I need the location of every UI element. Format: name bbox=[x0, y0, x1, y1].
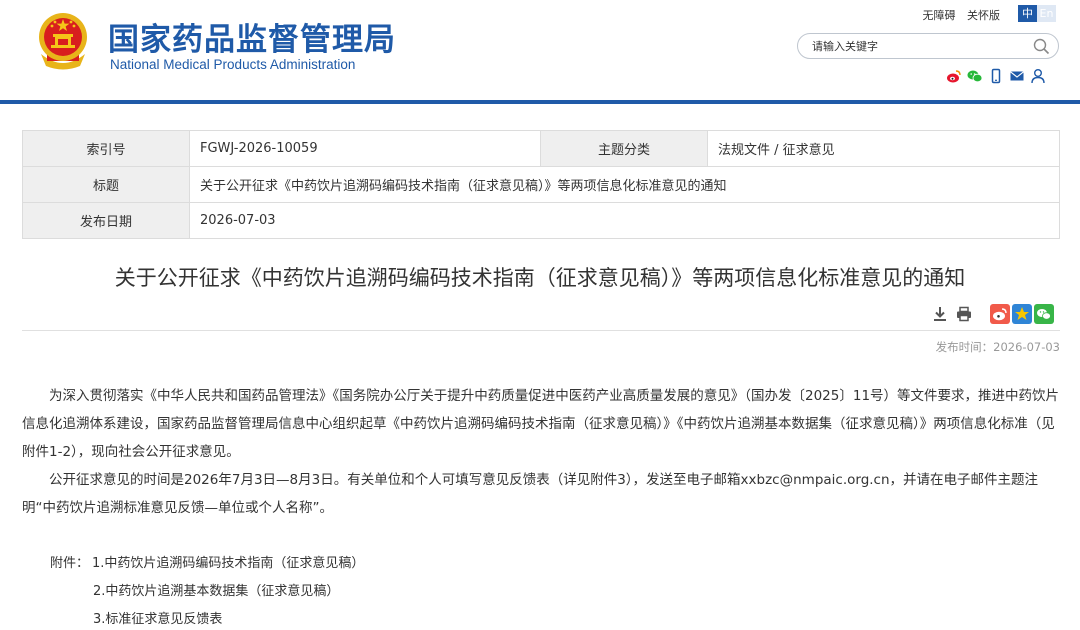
date-value: 2026-07-03 bbox=[189, 202, 1060, 239]
search-input[interactable] bbox=[812, 38, 1022, 54]
site-header: 国家药品监督管理局 National Medical Products Admi… bbox=[0, 0, 1080, 100]
search-icon[interactable] bbox=[1033, 38, 1050, 55]
share-qzone-icon[interactable] bbox=[1012, 304, 1032, 328]
article-divider bbox=[22, 330, 1060, 331]
wechat-icon[interactable] bbox=[967, 68, 983, 84]
mobile-icon[interactable] bbox=[988, 68, 1004, 84]
user-icon[interactable] bbox=[1030, 68, 1046, 84]
share-wechat-icon[interactable] bbox=[1034, 304, 1054, 328]
table-row: 发布日期 2026-07-03 bbox=[22, 202, 1060, 239]
care-mode-link[interactable]: 关怀版 bbox=[967, 9, 1000, 22]
category-value: 法规文件 / 征求意见 bbox=[707, 130, 1060, 167]
article-paragraph-1: 为深入贯彻落实《中华人民共和国药品管理法》《国务院办公厅关于提升中药质量促进中医… bbox=[22, 388, 1060, 460]
article-tools bbox=[932, 304, 1054, 328]
category-label: 主题分类 bbox=[540, 130, 708, 167]
national-emblem-logo[interactable] bbox=[34, 10, 92, 72]
accessibility-link[interactable]: 无障碍 bbox=[923, 9, 956, 22]
table-row: 标题 关于公开征求《中药饮片追溯码编码技术指南（征求意见稿）》等两项信息化标准意… bbox=[22, 166, 1060, 203]
print-icon[interactable] bbox=[956, 306, 972, 326]
weibo-icon[interactable] bbox=[946, 68, 962, 84]
title-value: 关于公开征求《中药饮片追溯码编码技术指南（征求意见稿）》等两项信息化标准意见的通… bbox=[189, 166, 1060, 203]
article-title: 关于公开征求《中药饮片追溯码编码技术指南（征求意见稿）》等两项信息化标准意见的通… bbox=[114, 266, 966, 290]
index-label: 索引号 bbox=[22, 130, 190, 167]
top-links: 无障碍 关怀版 bbox=[915, 7, 1001, 23]
lang-zh-button[interactable]: 中 bbox=[1018, 5, 1037, 22]
site-title-en[interactable]: National Medical Products Administration bbox=[110, 57, 355, 72]
publish-time: 发布时间：2026-07-03 bbox=[935, 340, 1060, 354]
index-value: FGWJ-2026-10059 bbox=[189, 130, 541, 167]
document-info-table: 索引号 FGWJ-2026-10059 主题分类 法规文件 / 征求意见 标题 … bbox=[22, 130, 1060, 239]
share-weibo-icon[interactable] bbox=[990, 304, 1010, 328]
site-title-cn[interactable]: 国家药品监督管理局 bbox=[108, 14, 396, 59]
attachment-label: 附件： bbox=[50, 556, 90, 571]
attachment-link-1[interactable]: 1.中药饮片追溯码编码技术指南（征求意见稿） bbox=[92, 552, 364, 571]
date-label: 发布日期 bbox=[22, 202, 190, 239]
social-links bbox=[946, 68, 1046, 84]
table-row: 索引号 FGWJ-2026-10059 主题分类 法规文件 / 征求意见 bbox=[22, 130, 1060, 167]
article-paragraph-2: 公开征求意见的时间是2026年7月3日—8月3日。有关单位和个人可填写意见反馈表… bbox=[22, 472, 1039, 516]
attachment-link-2[interactable]: 2.中药饮片追溯基本数据集（征求意见稿） bbox=[93, 580, 339, 599]
title-label: 标题 bbox=[22, 166, 190, 203]
search-box bbox=[797, 33, 1059, 59]
language-switch: 中 En bbox=[1018, 5, 1056, 22]
mail-icon[interactable] bbox=[1009, 68, 1025, 84]
download-icon[interactable] bbox=[932, 306, 948, 326]
header-divider bbox=[0, 100, 1080, 104]
lang-en-button[interactable]: En bbox=[1037, 5, 1056, 22]
attachment-link-3[interactable]: 3.标准征求意见反馈表 bbox=[93, 608, 222, 627]
